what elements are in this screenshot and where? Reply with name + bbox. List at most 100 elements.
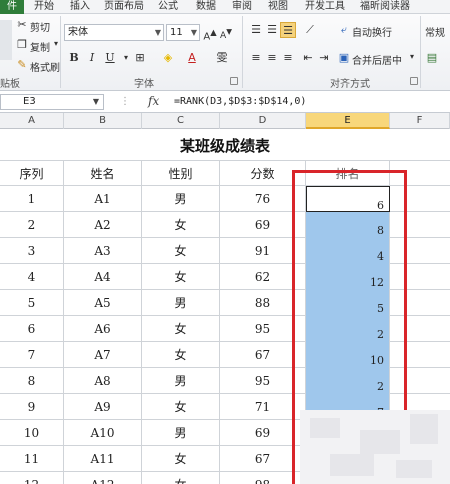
scissors-icon[interactable]: ✂ [14, 17, 30, 33]
alignment-dialog-launcher-icon[interactable] [410, 77, 418, 85]
seq-cell[interactable]: 3 [0, 238, 64, 264]
clipboard-group-label: 贴板 [0, 79, 20, 90]
name-cell[interactable]: A2 [64, 212, 142, 238]
gender-cell[interactable]: 女 [142, 264, 220, 290]
font-name-dropdown[interactable]: 宋体 ▼ [64, 24, 164, 41]
tab-data[interactable]: 数据 [196, 0, 216, 14]
gender-cell[interactable]: 女 [142, 446, 220, 472]
bold-button[interactable]: B [66, 50, 82, 66]
wrap-text-button[interactable]: 自动换行 [352, 24, 392, 39]
font-size-dropdown[interactable]: 11 ▼ [166, 24, 200, 41]
name-cell[interactable]: A4 [64, 264, 142, 290]
font-dialog-launcher-icon[interactable] [230, 77, 238, 85]
number-format-dropdown[interactable]: 常规 [425, 24, 445, 39]
seq-cell[interactable]: 4 [0, 264, 64, 290]
tab-page-layout[interactable]: 页面布局 [104, 0, 144, 14]
seq-cell[interactable]: 7 [0, 342, 64, 368]
seq-cell[interactable]: 8 [0, 368, 64, 394]
gender-cell[interactable]: 女 [142, 342, 220, 368]
align-top-icon[interactable]: ☰ [248, 22, 264, 38]
wrap-text-icon[interactable]: ⤶ [336, 22, 352, 38]
accounting-format-icon[interactable]: ▤ [424, 50, 440, 66]
column-header-e[interactable]: E [306, 113, 390, 129]
tab-file[interactable]: 件 [0, 0, 24, 14]
name-cell[interactable]: A7 [64, 342, 142, 368]
chevron-down-icon: ▼ [92, 97, 99, 106]
tab-foxit-reader[interactable]: 福昕阅读器 [360, 0, 410, 14]
copy-button[interactable]: 复制 [30, 39, 50, 54]
name-cell[interactable]: A6 [64, 316, 142, 342]
underline-button[interactable]: U [102, 50, 118, 66]
group-divider [60, 16, 61, 88]
column-header-b[interactable]: B [64, 113, 142, 129]
italic-button[interactable]: I [84, 50, 100, 66]
gender-cell[interactable]: 女 [142, 212, 220, 238]
increase-indent-icon[interactable]: ⇥ [316, 50, 332, 66]
align-bottom-icon[interactable]: ☰ [280, 22, 296, 38]
tab-formulas[interactable]: 公式 [158, 0, 178, 14]
column-header-f[interactable]: F [390, 113, 450, 129]
name-cell[interactable]: A9 [64, 394, 142, 420]
name-cell[interactable]: A8 [64, 368, 142, 394]
column-header-a[interactable]: A [0, 113, 64, 129]
name-cell[interactable]: A10 [64, 420, 142, 446]
tab-view[interactable]: 视图 [268, 0, 288, 14]
seq-cell[interactable]: 6 [0, 316, 64, 342]
format-painter-button[interactable]: 格式刷 [30, 59, 60, 74]
gender-cell[interactable]: 女 [142, 394, 220, 420]
seq-cell[interactable]: 11 [0, 446, 64, 472]
seq-cell[interactable]: 12 [0, 472, 64, 484]
name-cell[interactable]: A11 [64, 446, 142, 472]
align-right-icon[interactable]: ≡ [280, 50, 296, 66]
gender-cell[interactable]: 女 [142, 472, 220, 484]
shrink-font-icon[interactable]: A▼ [218, 24, 234, 41]
chevron-down-icon[interactable]: ▾ [410, 52, 414, 61]
name-cell[interactable]: A3 [64, 238, 142, 264]
gender-cell[interactable]: 女 [142, 316, 220, 342]
column-header-c[interactable]: C [142, 113, 220, 129]
tab-developer[interactable]: 开发工具 [305, 0, 345, 14]
formula-input[interactable]: =RANK(D3,$D$3:$D$14,0) [174, 96, 306, 107]
name-cell[interactable]: A1 [64, 186, 142, 212]
gender-cell[interactable]: 男 [142, 186, 220, 212]
format-painter-icon[interactable]: ✎ [14, 57, 30, 73]
grow-font-icon[interactable]: A▲ [202, 24, 218, 42]
copy-icon[interactable]: ❐ [14, 37, 30, 53]
name-cell[interactable]: A5 [64, 290, 142, 316]
seq-cell[interactable]: 5 [0, 290, 64, 316]
orientation-icon[interactable]: ⟋ [302, 22, 318, 38]
chevron-down-icon[interactable]: ▾ [54, 39, 58, 48]
decrease-indent-icon[interactable]: ⇤ [300, 50, 316, 66]
tab-review[interactable]: 审阅 [232, 0, 252, 14]
ribbon: ✂ 剪切 ❐ 复制 ▾ ✎ 格式刷 贴板 宋体 ▼ 11 ▼ A▲ A▼ B I U… [0, 14, 450, 91]
seq-cell[interactable]: 9 [0, 394, 64, 420]
tab-home[interactable]: 开始 [34, 0, 54, 14]
align-left-icon[interactable]: ≡ [248, 50, 264, 66]
seq-cell[interactable]: 10 [0, 420, 64, 446]
paste-icon[interactable] [0, 20, 12, 60]
phonetic-icon[interactable]: 雯 [214, 50, 230, 66]
seq-cell[interactable]: 1 [0, 186, 64, 212]
header-cell[interactable]: 性别 [142, 161, 220, 187]
cut-button[interactable]: 剪切 [30, 19, 50, 34]
align-center-icon[interactable]: ≡ [264, 50, 280, 66]
border-icon[interactable]: ⊞ [132, 50, 148, 66]
gender-cell[interactable]: 女 [142, 238, 220, 264]
column-header-d[interactable]: D [220, 113, 306, 129]
menu-bar: 件 开始 插入 页面布局 公式 数据 审阅 视图 开发工具 福昕阅读器 [0, 0, 450, 14]
font-color-icon[interactable]: A [184, 50, 200, 66]
fill-color-icon[interactable]: ◈ [160, 50, 176, 66]
tab-insert[interactable]: 插入 [70, 0, 90, 14]
header-cell[interactable]: 姓名 [64, 161, 142, 187]
name-box[interactable]: E3 ▼ [0, 94, 104, 110]
seq-cell[interactable]: 2 [0, 212, 64, 238]
name-cell[interactable]: A12 [64, 472, 142, 484]
gender-cell[interactable]: 男 [142, 368, 220, 394]
header-cell[interactable]: 序列 [0, 161, 64, 187]
gender-cell[interactable]: 男 [142, 420, 220, 446]
insert-function-button[interactable]: fx [148, 94, 159, 108]
merge-center-button[interactable]: 合并后居中 [352, 52, 402, 67]
align-middle-icon[interactable]: ☰ [264, 22, 280, 38]
merge-center-icon[interactable]: ▣ [336, 50, 352, 66]
gender-cell[interactable]: 男 [142, 290, 220, 316]
